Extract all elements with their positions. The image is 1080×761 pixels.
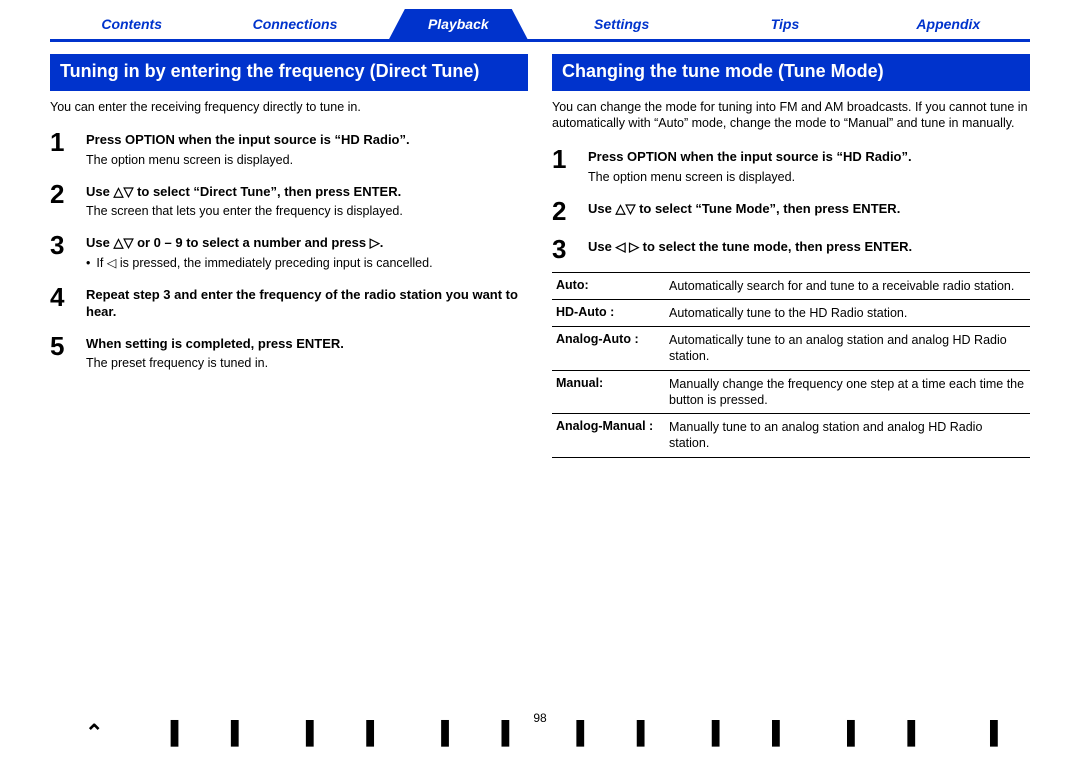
footer-icon[interactable]: ▌▐ xyxy=(712,720,777,746)
right-intro: You can change the mode for tuning into … xyxy=(552,99,1030,133)
step-desc: The screen that lets you enter the frequ… xyxy=(86,203,528,220)
step-number: 1 xyxy=(552,146,576,185)
footer-icon[interactable]: ▌▐ xyxy=(441,720,506,746)
mode-desc: Manually change the frequency one step a… xyxy=(669,376,1026,409)
step-desc: The option menu screen is displayed. xyxy=(86,152,528,169)
step-number: 2 xyxy=(50,181,74,220)
mode-desc: Automatically tune to an analog station … xyxy=(669,332,1026,365)
mode-desc: Automatically tune to the HD Radio stati… xyxy=(669,305,1026,321)
nav-playback[interactable]: Playback xyxy=(377,9,540,41)
right-column: Changing the tune mode (Tune Mode) You c… xyxy=(552,54,1030,458)
step-number: 3 xyxy=(552,236,576,262)
left-steps: 1 Press OPTION when the input source is … xyxy=(50,129,528,372)
footer-icon[interactable]: ⌃ xyxy=(85,720,100,746)
step-title: Use △▽ or 0 – 9 to select a number and p… xyxy=(86,234,528,252)
footer-icon[interactable]: ▌▐ xyxy=(306,720,371,746)
step-1: 1 Press OPTION when the input source is … xyxy=(552,146,1030,185)
page-number: 98 xyxy=(533,711,546,725)
mode-label: HD-Auto : xyxy=(556,305,661,321)
step-title: Repeat step 3 and enter the frequency of… xyxy=(86,286,528,321)
step-title: Use △▽ to select “Direct Tune”, then pre… xyxy=(86,183,528,201)
step-5: 5 When setting is completed, press ENTER… xyxy=(50,333,528,372)
footer-icon[interactable]: ▌▐ xyxy=(847,720,912,746)
step-1: 1 Press OPTION when the input source is … xyxy=(50,129,528,168)
mode-desc: Automatically search for and tune to a r… xyxy=(669,278,1026,294)
mode-label: Manual: xyxy=(556,376,661,409)
footer-icon[interactable]: ▌▐ xyxy=(171,720,236,746)
table-row: Analog-Auto : Automatically tune to an a… xyxy=(552,327,1030,371)
table-row: Manual: Manually change the frequency on… xyxy=(552,371,1030,415)
step-3: 3 Use ◁ ▷ to select the tune mode, then … xyxy=(552,236,1030,262)
mode-label: Analog-Auto : xyxy=(556,332,661,365)
step-title: Press OPTION when the input source is “H… xyxy=(86,131,528,149)
nav-tips[interactable]: Tips xyxy=(703,9,866,41)
right-section-header: Changing the tune mode (Tune Mode) xyxy=(552,54,1030,91)
step-2: 2 Use △▽ to select “Direct Tune”, then p… xyxy=(50,181,528,220)
tune-mode-table: Auto: Automatically search for and tune … xyxy=(552,272,1030,458)
left-intro: You can enter the receiving frequency di… xyxy=(50,99,528,116)
step-number: 2 xyxy=(552,198,576,224)
right-steps: 1 Press OPTION when the input source is … xyxy=(552,146,1030,261)
left-column: Tuning in by entering the frequency (Dir… xyxy=(50,54,528,458)
step-4: 4 Repeat step 3 and enter the frequency … xyxy=(50,284,528,321)
step-title: When setting is completed, press ENTER. xyxy=(86,335,528,353)
step-number: 4 xyxy=(50,284,74,321)
table-row: Auto: Automatically search for and tune … xyxy=(552,273,1030,300)
table-row: HD-Auto : Automatically tune to the HD R… xyxy=(552,300,1030,327)
mode-desc: Manually tune to an analog station and a… xyxy=(669,419,1026,452)
nav-settings[interactable]: Settings xyxy=(540,9,703,41)
top-nav: Contents Connections Playback Settings T… xyxy=(50,10,1030,42)
step-title: Use ◁ ▷ to select the tune mode, then pr… xyxy=(588,238,1030,256)
step-title: Use △▽ to select “Tune Mode”, then press… xyxy=(588,200,1030,218)
footer-icon[interactable]: ▐ xyxy=(982,720,995,746)
step-desc: The option menu screen is displayed. xyxy=(588,169,1030,186)
footer-nav: 98 ⌃ ▌▐ ▌▐ ▌▐ ▌▐ ▌▐ ▌▐ ▐ xyxy=(0,713,1080,753)
step-bullet: If ◁ is pressed, the immediately precedi… xyxy=(96,255,432,272)
step-desc: The preset frequency is tuned in. xyxy=(86,355,528,372)
table-row: Analog-Manual : Manually tune to an anal… xyxy=(552,414,1030,458)
nav-appendix[interactable]: Appendix xyxy=(867,9,1030,41)
mode-label: Analog-Manual : xyxy=(556,419,661,452)
left-section-header: Tuning in by entering the frequency (Dir… xyxy=(50,54,528,91)
step-3: 3 Use △▽ or 0 – 9 to select a number and… xyxy=(50,232,528,271)
footer-icon[interactable]: ▌▐ xyxy=(576,720,641,746)
step-title: Press OPTION when the input source is “H… xyxy=(588,148,1030,166)
step-2: 2 Use △▽ to select “Tune Mode”, then pre… xyxy=(552,198,1030,224)
step-number: 5 xyxy=(50,333,74,372)
step-number: 1 xyxy=(50,129,74,168)
nav-connections[interactable]: Connections xyxy=(213,9,376,41)
bullet-icon: • xyxy=(86,255,90,272)
nav-contents[interactable]: Contents xyxy=(50,9,213,41)
step-number: 3 xyxy=(50,232,74,271)
mode-label: Auto: xyxy=(556,278,661,294)
